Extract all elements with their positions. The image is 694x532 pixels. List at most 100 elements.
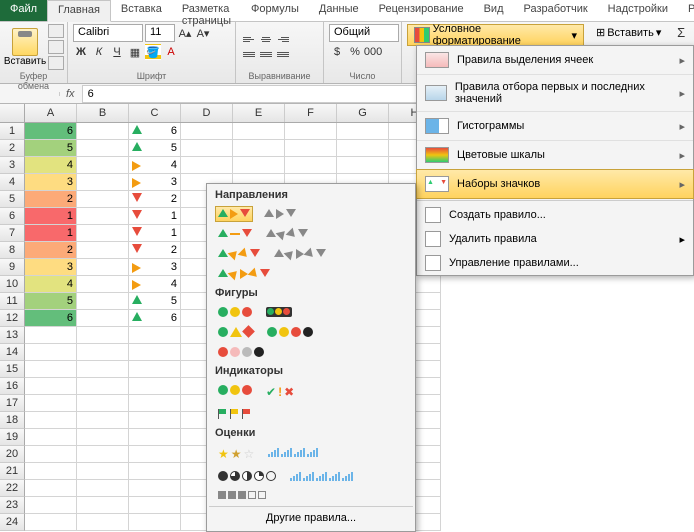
cell[interactable] (77, 412, 129, 429)
cell[interactable] (285, 140, 337, 157)
iconset-3symbols-circled[interactable] (215, 382, 255, 402)
cell[interactable] (77, 276, 129, 293)
cell[interactable]: 6 (129, 310, 181, 327)
cell[interactable]: 1 (25, 208, 77, 225)
row-header[interactable]: 16 (0, 378, 25, 395)
cell[interactable] (129, 395, 181, 412)
row-header[interactable]: 6 (0, 208, 25, 225)
cell[interactable] (25, 514, 77, 531)
cell[interactable] (77, 242, 129, 259)
percent-button[interactable]: % (347, 44, 363, 60)
tab-insert[interactable]: Вставка (111, 0, 172, 21)
col-header[interactable]: F (285, 104, 337, 122)
cf-new-rule[interactable]: Создать правило... (417, 203, 693, 227)
underline-button[interactable]: Ч (109, 44, 125, 60)
cf-manage-rules[interactable]: Управление правилами... (417, 251, 693, 275)
row-header[interactable]: 13 (0, 327, 25, 344)
cell[interactable] (77, 446, 129, 463)
cell[interactable] (77, 429, 129, 446)
paste-button[interactable]: Вставить (5, 28, 45, 67)
cell[interactable]: 4 (25, 157, 77, 174)
font-name-select[interactable]: Calibri (73, 24, 143, 42)
row-header[interactable]: 5 (0, 191, 25, 208)
cf-highlight-rules[interactable]: Правила выделения ячеек▸ (417, 46, 693, 75)
cell[interactable] (233, 157, 285, 174)
select-all-corner[interactable] (0, 104, 25, 122)
tab-data[interactable]: Данные (309, 0, 369, 21)
cell[interactable]: 1 (25, 225, 77, 242)
cell[interactable]: 5 (25, 293, 77, 310)
cell[interactable] (337, 123, 389, 140)
cell[interactable]: 3 (25, 174, 77, 191)
row-header[interactable]: 1 (0, 123, 25, 140)
cell[interactable]: 5 (129, 140, 181, 157)
cell[interactable]: 2 (129, 242, 181, 259)
cell[interactable] (129, 497, 181, 514)
row-header[interactable]: 12 (0, 310, 25, 327)
cell[interactable]: 5 (25, 140, 77, 157)
row-header[interactable]: 14 (0, 344, 25, 361)
cell[interactable]: 5 (129, 293, 181, 310)
iconset-3flags[interactable] (215, 406, 255, 422)
cell[interactable] (337, 140, 389, 157)
cell[interactable] (285, 157, 337, 174)
italic-button[interactable]: К (91, 44, 107, 60)
row-header[interactable]: 19 (0, 429, 25, 446)
col-header[interactable]: E (233, 104, 285, 122)
cell[interactable] (25, 412, 77, 429)
border-button[interactable]: ▦ (127, 44, 143, 60)
col-header[interactable]: C (129, 104, 181, 122)
row-header[interactable]: 7 (0, 225, 25, 242)
cell[interactable] (77, 123, 129, 140)
col-header[interactable]: G (337, 104, 389, 122)
cell[interactable] (25, 344, 77, 361)
alignment-grid[interactable] (241, 33, 291, 62)
font-size-select[interactable]: 11 (145, 24, 175, 42)
row-header[interactable]: 8 (0, 242, 25, 259)
iconset-5arrows-colored[interactable] (215, 266, 273, 282)
col-header[interactable]: A (25, 104, 77, 122)
cell[interactable]: 1 (129, 225, 181, 242)
cell[interactable] (129, 378, 181, 395)
cell[interactable] (25, 395, 77, 412)
cell[interactable] (181, 123, 233, 140)
cell[interactable] (77, 378, 129, 395)
fx-label[interactable]: fx (60, 88, 81, 100)
cell[interactable]: 2 (25, 191, 77, 208)
cell[interactable] (181, 157, 233, 174)
cell[interactable] (77, 310, 129, 327)
cell[interactable] (77, 514, 129, 531)
iconset-3trafficlights-rimmed[interactable] (263, 304, 295, 320)
cell[interactable] (25, 327, 77, 344)
fill-color-button[interactable]: 🪣 (145, 44, 161, 60)
row-header[interactable]: 10 (0, 276, 25, 293)
cell[interactable] (25, 480, 77, 497)
cell[interactable] (129, 361, 181, 378)
shrink-font-button[interactable]: A▾ (195, 25, 211, 41)
cell[interactable]: 6 (25, 123, 77, 140)
cell[interactable] (77, 208, 129, 225)
cell[interactable] (25, 463, 77, 480)
cf-top-bottom-rules[interactable]: Правила отбора первых и последних значен… (417, 75, 693, 112)
iconset-3arrows-gray[interactable] (261, 206, 299, 222)
cell[interactable]: 3 (129, 259, 181, 276)
col-header[interactable]: D (181, 104, 233, 122)
cut-button[interactable] (48, 24, 64, 38)
cf-data-bars[interactable]: Гистограммы▸ (417, 112, 693, 141)
iconset-3arrows-colored[interactable] (215, 206, 253, 222)
cell[interactable] (129, 344, 181, 361)
cell[interactable] (129, 327, 181, 344)
cell[interactable] (77, 191, 129, 208)
bold-button[interactable]: Ж (73, 44, 89, 60)
tab-view[interactable]: Вид (474, 0, 514, 21)
cell[interactable] (25, 378, 77, 395)
cell[interactable]: 4 (129, 276, 181, 293)
cell[interactable]: 3 (25, 259, 77, 276)
cell[interactable] (77, 395, 129, 412)
cell[interactable] (25, 429, 77, 446)
cell[interactable] (129, 463, 181, 480)
row-header[interactable]: 15 (0, 361, 25, 378)
cell[interactable] (77, 293, 129, 310)
cell[interactable]: 2 (25, 242, 77, 259)
cell[interactable] (129, 480, 181, 497)
